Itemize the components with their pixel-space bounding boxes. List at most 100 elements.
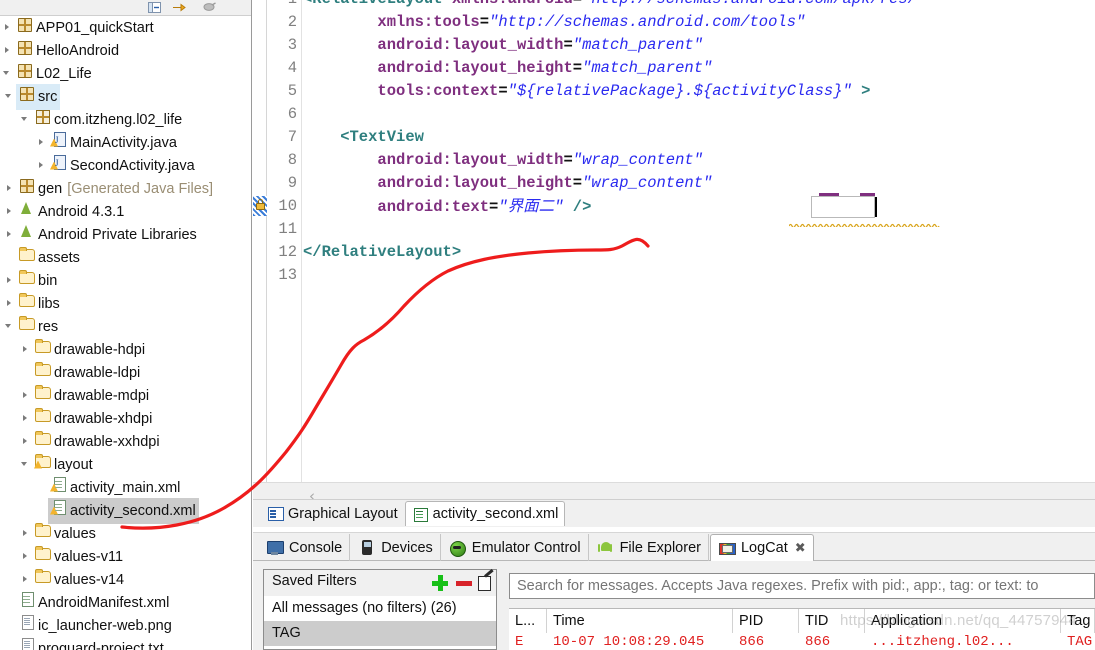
layout-xml-icon <box>50 499 67 515</box>
search-input[interactable] <box>515 575 1094 597</box>
tree-item-activity-second-xml[interactable]: activity_second.xml <box>0 497 251 524</box>
close-icon[interactable]: ✖ <box>795 541 806 556</box>
tree-item-proguard-project-txt[interactable]: proguard-project.txt <box>0 637 251 650</box>
chevron-down-icon[interactable] <box>2 68 13 79</box>
tree-item-drawable-xxhdpi[interactable]: drawable-xxhdpi <box>0 430 251 453</box>
plus-icon[interactable] <box>432 575 448 591</box>
chevron-right-icon[interactable] <box>20 574 31 585</box>
tree-item-mainactivity-java[interactable]: MainActivity.java <box>0 131 251 154</box>
column-header-tid[interactable]: TID <box>799 609 865 633</box>
chevron-right-icon[interactable] <box>20 344 31 355</box>
chevron-right-icon[interactable] <box>4 183 15 194</box>
code-line[interactable]: </RelativeLayout> <box>303 241 461 264</box>
column-header-application[interactable]: Application <box>865 609 1061 633</box>
code-line[interactable]: android:layout_width="match_parent" <box>303 34 703 57</box>
editor-tab-bar[interactable]: Graphical Layout activity_second.xml <box>253 499 1095 527</box>
tree-item-android-4-3-1[interactable]: Android 4.3.1 <box>0 200 251 223</box>
chevron-right-icon[interactable] <box>20 413 31 424</box>
chevron-right-icon[interactable] <box>4 298 15 309</box>
code-line[interactable]: tools:context="${relativePackage}.${acti… <box>303 80 870 103</box>
project-tree[interactable]: APP01_quickStart HelloAndroid L02_Life src c… <box>0 16 251 650</box>
warning-badge-icon <box>50 506 58 515</box>
tab-graphical-layout[interactable]: Graphical Layout <box>261 501 404 526</box>
code-token: "wrap_content" <box>582 174 713 192</box>
tree-item-activity-main-xml[interactable]: activity_main.xml <box>0 476 251 499</box>
column-header-l[interactable]: L... <box>509 609 547 633</box>
chevron-right-icon[interactable] <box>20 390 31 401</box>
collapse-all-icon[interactable] <box>148 1 162 14</box>
xml-source-editor[interactable]: 12345678910111213 <RelativeLayout xmlns:… <box>253 0 1095 489</box>
code-line[interactable]: android:layout_width="wrap_content" <box>303 149 703 172</box>
table-row[interactable]: E 10-07 10:08:29.045 866 866 ...itzheng.l02.… <box>509 633 1095 650</box>
chevron-down-icon[interactable] <box>20 114 31 125</box>
tree-item-values[interactable]: values <box>0 522 251 545</box>
tree-item-androidmanifest-xml[interactable]: AndroidManifest.xml <box>0 591 251 614</box>
tree-item-label: drawable-xhdpi <box>54 410 153 427</box>
code-line[interactable]: android:text="界面二" /> <box>303 195 591 218</box>
view-tab-console[interactable]: Console <box>259 534 351 561</box>
editor-marker-bar[interactable] <box>253 0 267 489</box>
list-item[interactable]: All messages (no filters) (26) <box>264 596 496 621</box>
logcat-search-box[interactable] <box>509 573 1095 599</box>
chevron-right-icon[interactable] <box>20 436 31 447</box>
chevron-down-icon[interactable] <box>20 459 31 470</box>
tree-item-android-private-libraries[interactable]: Android Private Libraries <box>0 223 251 246</box>
tree-item-drawable-ldpi[interactable]: drawable-ldpi <box>0 361 251 384</box>
tab-activity-second-xml[interactable]: activity_second.xml <box>404 501 566 526</box>
minus-icon[interactable] <box>456 575 472 591</box>
tree-item-src[interactable]: src <box>0 83 251 110</box>
tree-item-helloandroid[interactable]: HelloAndroid <box>0 39 251 62</box>
logcat-table[interactable]: L... Time PID TID Application Tag E 10-07 10:0… <box>509 608 1095 650</box>
view-menu-icon[interactable] <box>203 1 217 14</box>
column-header-time[interactable]: Time <box>547 609 733 633</box>
tree-item-com-itzheng-l02-life[interactable]: com.itzheng.l02_life <box>0 108 251 131</box>
tree-item-drawable-xhdpi[interactable]: drawable-xhdpi <box>0 407 251 430</box>
line-number: 12 <box>278 243 297 261</box>
code-token: " <box>554 198 564 216</box>
chevron-right-icon[interactable] <box>4 229 15 240</box>
tree-item-bin[interactable]: bin <box>0 269 251 292</box>
tree-item-assets[interactable]: assets <box>0 246 251 269</box>
code-line[interactable]: <RelativeLayout xmlns:android="http://sc… <box>303 0 917 11</box>
tree-item-libs[interactable]: libs <box>0 292 251 315</box>
chevron-right-icon[interactable] <box>2 45 13 56</box>
chevron-right-icon[interactable] <box>36 160 47 171</box>
column-header-pid[interactable]: PID <box>733 609 799 633</box>
code-line[interactable]: android:layout_height="wrap_content" <box>303 172 712 195</box>
tree-item-ic-launcher-web-png[interactable]: ic_launcher-web.png <box>0 614 251 637</box>
list-item[interactable]: TAG <box>264 621 496 646</box>
tree-item-app01-quickstart[interactable]: APP01_quickStart <box>0 16 251 39</box>
tree-item-drawable-hdpi[interactable]: drawable-hdpi <box>0 338 251 361</box>
tree-item-drawable-mdpi[interactable]: drawable-mdpi <box>0 384 251 407</box>
line-number: 4 <box>287 59 297 77</box>
tree-item-l02-life[interactable]: L02_Life <box>0 62 251 85</box>
tree-item-gen[interactable]: gen [Generated Java Files] <box>0 177 251 200</box>
tree-item-values-v14[interactable]: values-v14 <box>0 568 251 591</box>
edit-icon[interactable] <box>478 575 494 591</box>
view-tab-emulator-control[interactable]: Emulator Control <box>442 534 589 561</box>
chevron-right-icon[interactable] <box>2 22 13 33</box>
chevron-right-icon[interactable] <box>36 137 47 148</box>
code-line[interactable]: xmlns:tools="http://schemas.android.com/… <box>303 11 805 34</box>
chevron-right-icon[interactable] <box>4 206 15 217</box>
column-header-tag[interactable]: Tag <box>1061 609 1095 633</box>
tree-item-secondactivity-java[interactable]: SecondActivity.java <box>0 154 251 177</box>
view-tab-logcat[interactable]: LogCat ✖ <box>709 534 814 562</box>
tree-item-res[interactable]: res <box>0 315 251 338</box>
code-text-area[interactable]: <RelativeLayout xmlns:android="http://sc… <box>303 0 1095 489</box>
link-with-editor-icon[interactable] <box>172 1 186 14</box>
chevron-right-icon[interactable] <box>20 528 31 539</box>
view-tab-file-explorer[interactable]: File Explorer <box>590 534 709 561</box>
view-tab-devices[interactable]: Devices <box>351 534 441 561</box>
folder-icon <box>18 292 35 308</box>
chevron-down-icon[interactable] <box>4 91 15 102</box>
chevron-right-icon[interactable] <box>4 275 15 286</box>
code-line[interactable]: android:layout_height="match_parent" <box>303 57 712 80</box>
bottom-view-tab-bar[interactable]: Console Devices Emulator Control File Explo… <box>253 532 1095 562</box>
tree-item-values-v11[interactable]: values-v11 <box>0 545 251 568</box>
code-line[interactable]: <TextView <box>303 126 424 149</box>
saved-filters-list[interactable]: All messages (no filters) (26) TAG <box>264 596 496 646</box>
chevron-right-icon[interactable] <box>20 551 31 562</box>
chevron-down-icon[interactable] <box>4 321 15 332</box>
tree-item-layout[interactable]: layout <box>0 453 251 476</box>
